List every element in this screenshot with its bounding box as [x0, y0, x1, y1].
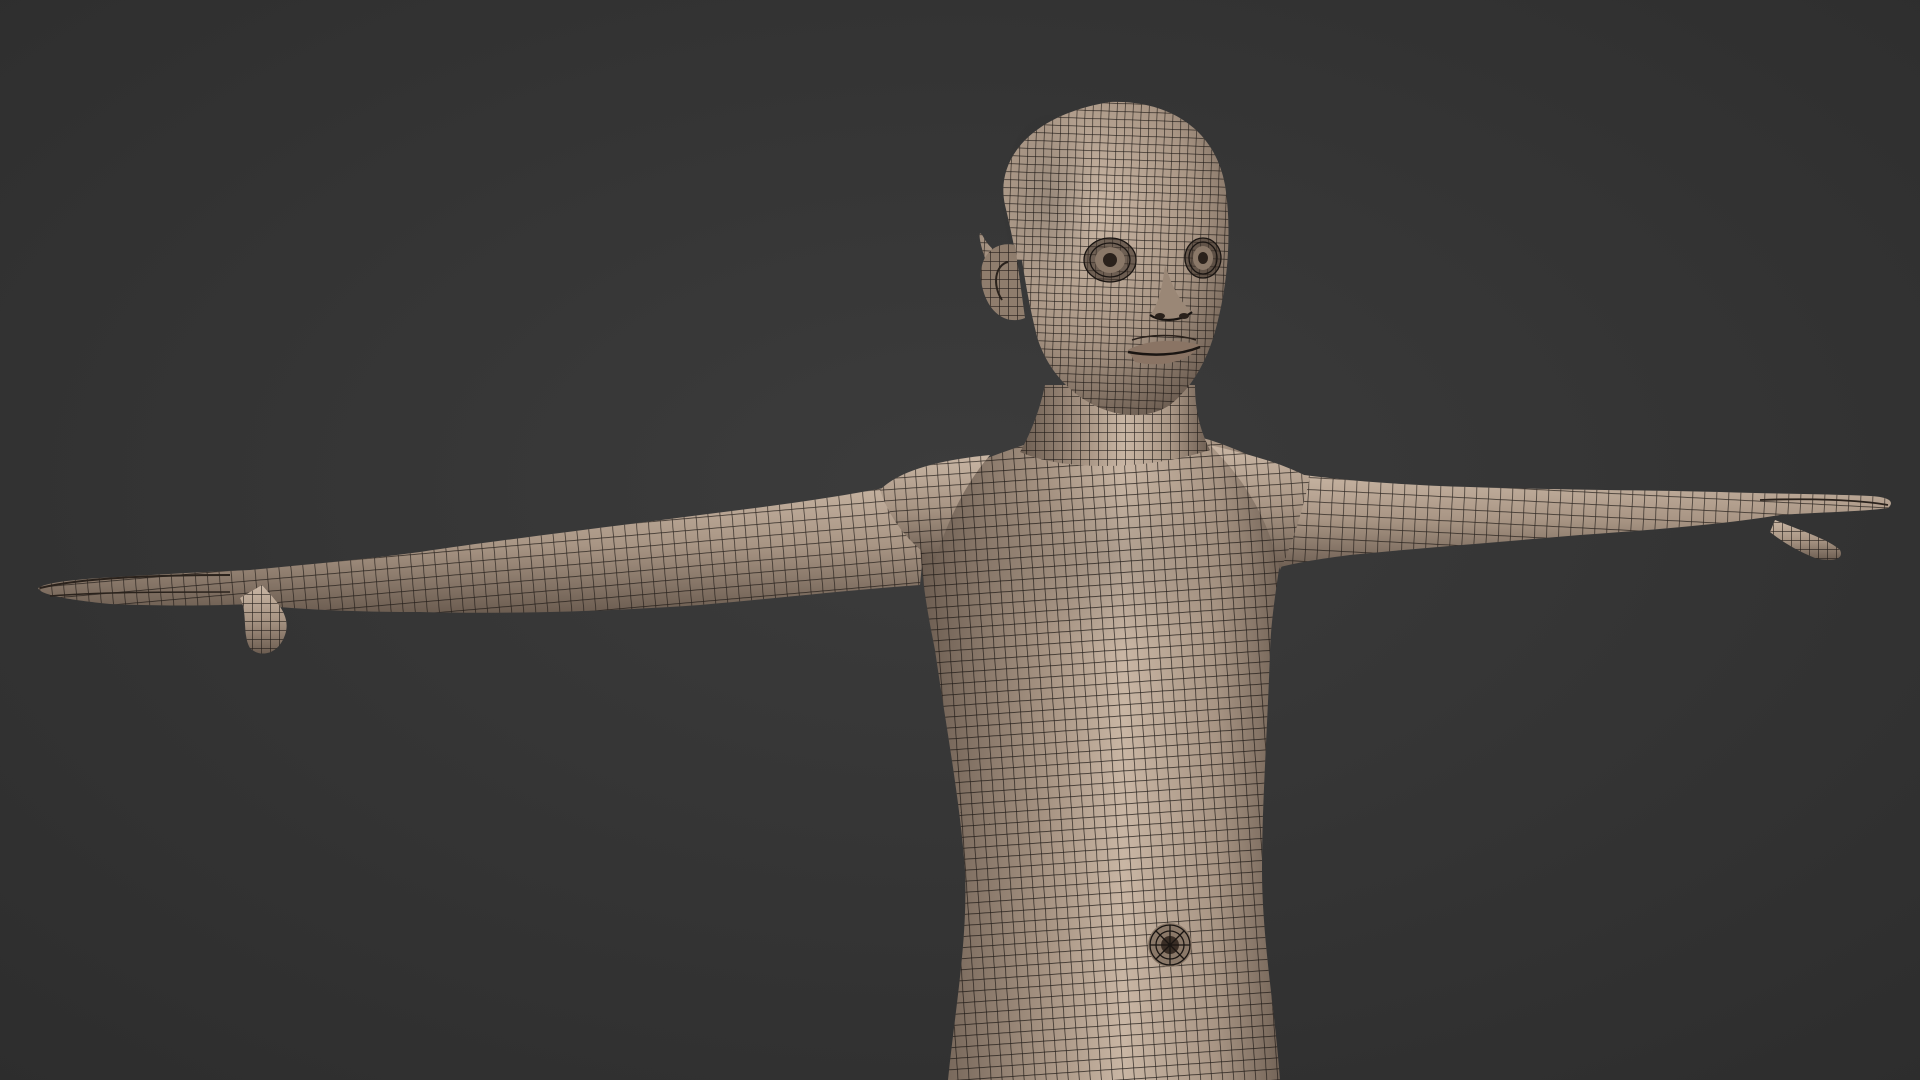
3d-viewport[interactable]	[0, 0, 1920, 1080]
torso[interactable]	[920, 422, 1290, 1080]
viewport-canvas[interactable]	[0, 0, 1920, 1080]
eye-right	[1184, 237, 1222, 279]
navel	[1148, 923, 1192, 967]
